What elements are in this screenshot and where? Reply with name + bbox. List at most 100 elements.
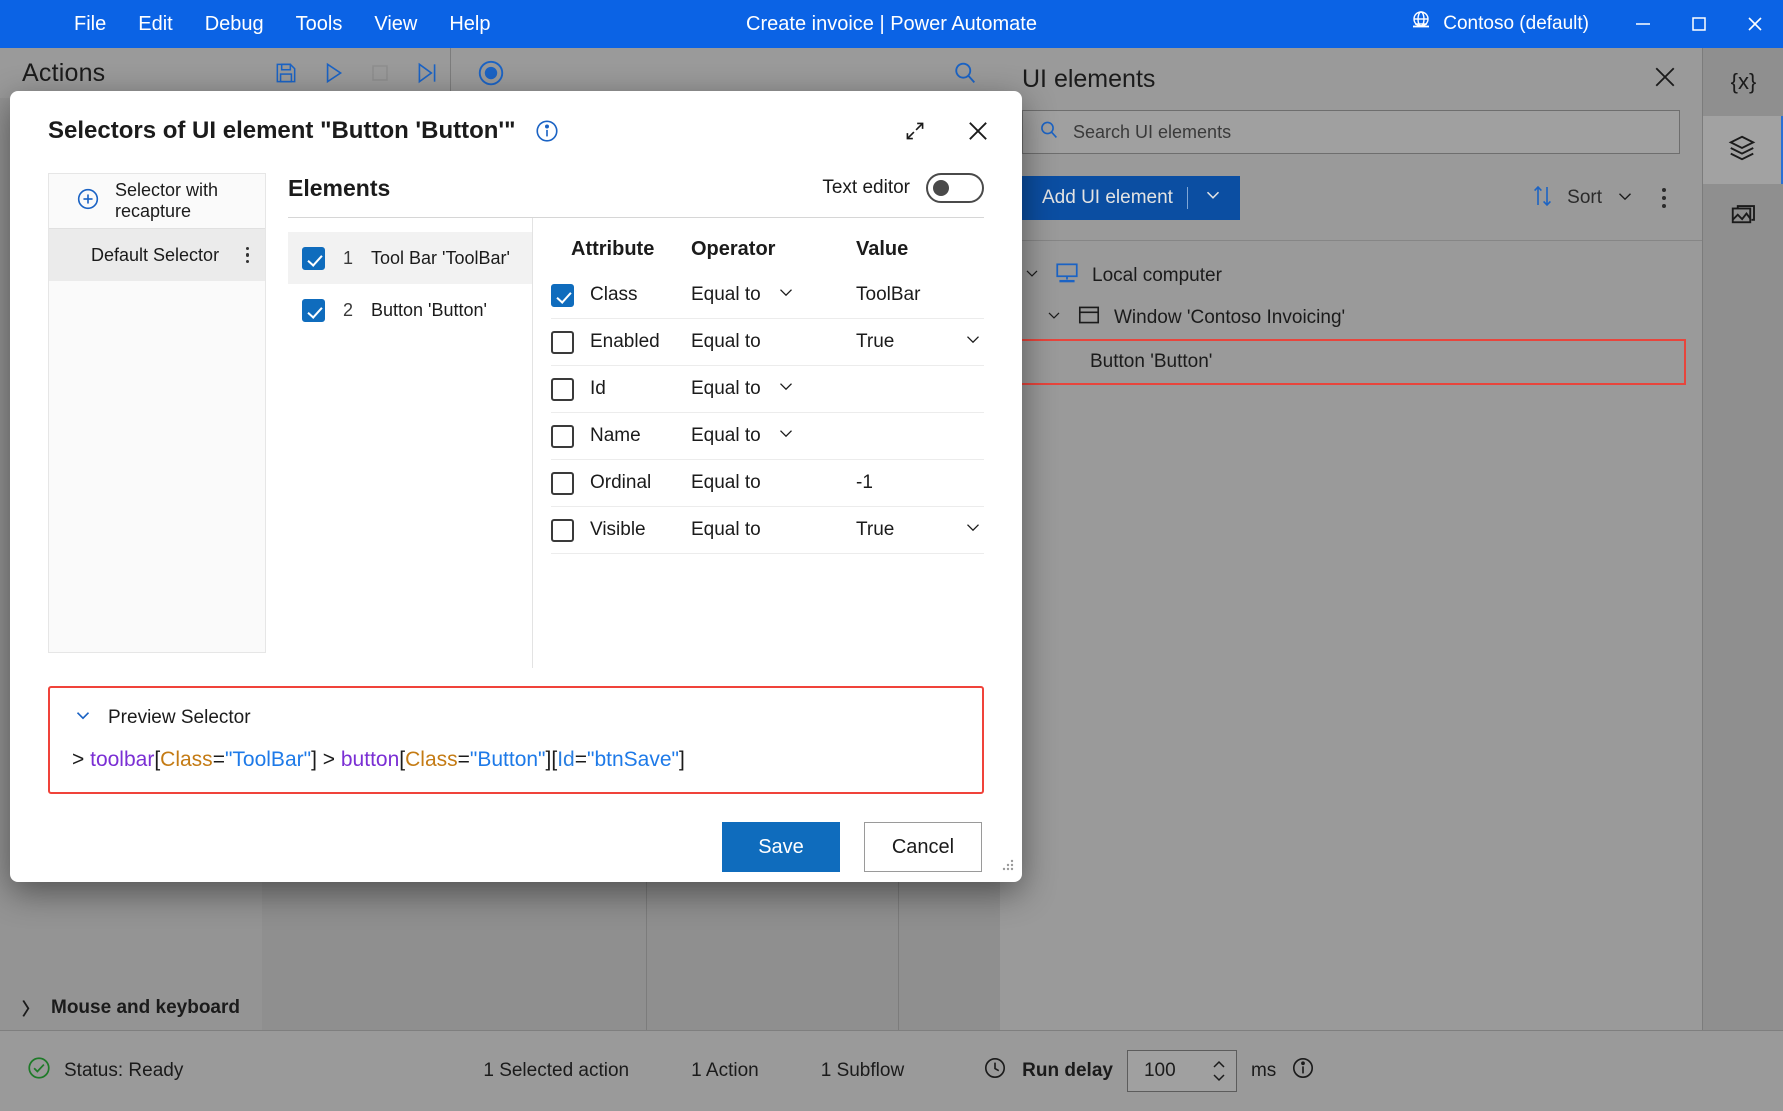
chevron-down-icon[interactable] [962,328,984,356]
tenant-label: Contoso (default) [1443,13,1589,35]
sort-label: Sort [1567,187,1602,209]
attribute-value: -1 [856,472,920,494]
dialog-header-buttons [902,117,998,145]
element-row-button[interactable]: 2 Button 'Button' [288,284,532,336]
toggle-knob [933,180,949,196]
menu-item-file[interactable]: File [58,8,122,40]
element-index: 2 [343,300,353,321]
selector-token-tag: button [341,748,399,771]
selector-token-gt: > [72,748,84,771]
attribute-name: Ordinal [590,472,651,494]
chevron-down-icon[interactable] [1022,263,1042,289]
attribute-checkbox[interactable] [551,425,574,448]
text-editor-toggle[interactable] [926,173,984,203]
ui-elements-panel: UI elements Search UI elements Add UI el… [1000,48,1702,1030]
element-checkbox[interactable] [302,299,325,322]
spinner-arrows[interactable] [1210,1060,1228,1082]
element-checkbox[interactable] [302,247,325,270]
attribute-checkbox[interactable] [551,331,574,354]
menu-item-tools[interactable]: Tools [280,8,359,40]
run-delay-control: Run delay 100 ms [982,1050,1316,1092]
add-circle-icon [75,186,101,217]
rail-images-button[interactable] [1703,184,1783,252]
attribute-checkbox[interactable] [551,472,574,495]
menu-item-edit[interactable]: Edit [122,8,188,40]
elements-title: Elements [288,175,390,202]
column-header-value: Value [856,238,984,261]
attribute-name: Visible [590,519,646,541]
power-automate-window: File Edit Debug Tools View Help Create i… [0,0,1783,1111]
sort-icon [1531,183,1555,214]
menu-item-view[interactable]: View [358,8,433,40]
search-placeholder: Search UI elements [1073,122,1231,143]
chevron-down-icon[interactable] [775,422,797,450]
chevron-down-icon[interactable] [72,704,94,732]
element-index: 1 [343,248,353,269]
attribute-row-visible[interactable]: Visible Equal to True [551,507,984,554]
close-icon[interactable] [964,117,992,145]
menu-item-debug[interactable]: Debug [189,8,280,40]
layers-icon [1727,133,1757,168]
expand-icon[interactable] [902,118,928,144]
maximize-button[interactable] [1671,0,1727,48]
run-delay-input[interactable]: 100 [1127,1050,1237,1092]
selector-token-attr: Class [160,748,213,771]
element-row-toolbar[interactable]: 1 Tool Bar 'ToolBar' [288,232,532,284]
attribute-operator: Equal to [691,425,761,447]
search-ui-elements-input[interactable]: Search UI elements [1022,110,1680,154]
text-editor-toggle-group: Text editor [822,173,984,203]
close-icon[interactable] [1650,62,1680,97]
window-icon [1076,302,1102,334]
attribute-value: True [856,519,920,541]
info-icon[interactable] [1290,1055,1316,1087]
selector-item-more-button[interactable] [246,247,250,264]
chevron-down-icon[interactable] [775,281,797,309]
close-button[interactable] [1727,0,1783,48]
attribute-row-ordinal[interactable]: Ordinal Equal to -1 [551,460,984,507]
status-text: Status: Ready [64,1060,183,1082]
attribute-checkbox[interactable] [551,284,574,307]
tenant-indicator[interactable]: Contoso (default) [1409,9,1615,39]
text-editor-label: Text editor [822,177,910,199]
attribute-checkbox[interactable] [551,519,574,542]
add-ui-element-button[interactable]: Add UI element [1022,176,1240,220]
selector-with-recapture-button[interactable]: Selector with recapture [49,174,265,229]
more-options-button[interactable] [1648,188,1680,208]
rail-variables-button[interactable]: {x} [1703,48,1783,116]
resize-grip[interactable] [1000,857,1016,878]
attribute-row-name[interactable]: Name Equal to [551,413,984,460]
selector-token-eq: = [575,748,587,771]
selector-token-str: "btnSave" [587,748,679,771]
chevron-down-icon[interactable] [1202,184,1224,212]
chevron-down-icon[interactable] [1044,305,1064,331]
ms-label: ms [1251,1060,1276,1082]
ui-elements-title: UI elements [1022,65,1155,94]
menu-item-help[interactable]: Help [433,8,506,40]
tree-node-window-contoso-invoicing[interactable]: Window 'Contoso Invoicing' [1000,297,1702,339]
attribute-name: Enabled [590,331,660,353]
add-ui-element-label: Add UI element [1042,187,1173,209]
minimize-button[interactable] [1615,0,1671,48]
attribute-row-class[interactable]: Class Equal to ToolBar [551,272,984,319]
attribute-row-enabled[interactable]: Enabled Equal to True [551,319,984,366]
sort-control[interactable]: Sort [1531,183,1680,214]
attribute-row-id[interactable]: Id Equal to [551,366,984,413]
actions-group-mouse-and-keyboard[interactable]: 〉 Mouse and keyboard [0,988,240,1028]
selector-item-default[interactable]: Default Selector [49,229,265,281]
chevron-down-icon[interactable] [1614,185,1636,212]
info-icon[interactable] [534,118,560,144]
tree-node-local-computer[interactable]: Local computer [1000,255,1702,297]
save-button[interactable]: Save [722,822,840,872]
chevron-down-icon[interactable] [962,516,984,544]
tree-node-button-button[interactable]: Button 'Button' [1016,339,1686,385]
status-bar: Status: Ready 1 Selected action 1 Action… [0,1030,1783,1111]
selector-token-brk: ] [679,748,685,771]
variables-icon: {x} [1731,69,1757,95]
preview-selector-header[interactable]: Preview Selector [72,704,960,732]
rail-ui-elements-button[interactable] [1703,116,1783,184]
chevron-down-icon[interactable] [775,375,797,403]
selector-token-eq: = [458,748,470,771]
cancel-button[interactable]: Cancel [864,822,982,872]
selector-token-str: "Button" [470,748,546,771]
attribute-checkbox[interactable] [551,378,574,401]
